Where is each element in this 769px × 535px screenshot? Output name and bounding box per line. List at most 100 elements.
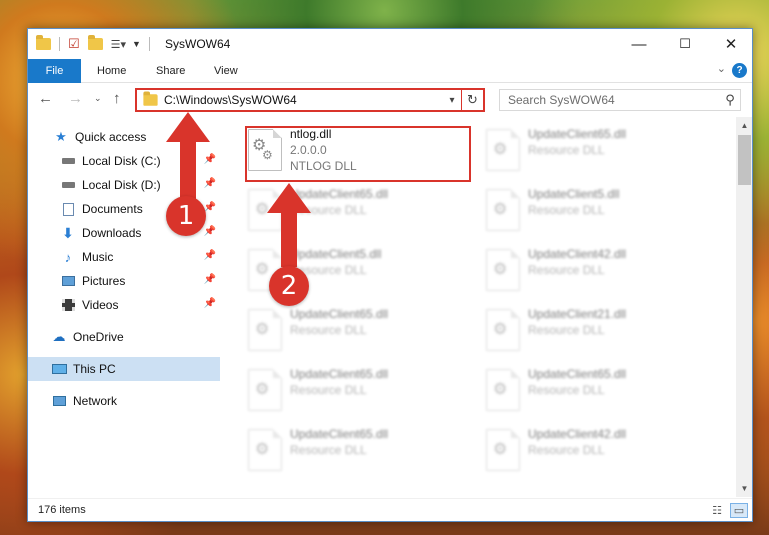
item-count: 176 items <box>38 504 86 516</box>
new-folder-icon[interactable] <box>87 35 103 50</box>
file-description: Resource DLL <box>528 263 605 277</box>
search-icon[interactable]: ⚲ <box>720 92 740 108</box>
chevron-down-icon[interactable]: ▾ <box>443 95 461 106</box>
music-icon: ♪ <box>64 249 72 265</box>
tab-file[interactable]: File <box>28 59 81 83</box>
pin-icon[interactable]: 📌 <box>204 298 216 309</box>
properties-icon[interactable]: ☑ <box>68 36 80 52</box>
download-icon: ⬇ <box>62 224 74 241</box>
details-view-icon[interactable]: ☷ <box>708 503 726 518</box>
drive-icon <box>60 154 76 168</box>
file-item[interactable]: ⚙ UpdateClient5.dll Resource DLL <box>478 183 708 239</box>
sidebar-item-label: Local Disk (C:) <box>82 154 161 168</box>
close-button[interactable]: ✕ <box>708 29 752 59</box>
dll-file-icon: ⚙ <box>248 189 282 231</box>
file-description: Resource DLL <box>528 383 605 397</box>
star-icon: ★ <box>55 129 67 144</box>
videos-icon <box>60 298 76 312</box>
pin-icon[interactable]: 📌 <box>204 274 216 285</box>
sidebar-item-network[interactable]: Network <box>28 389 220 413</box>
sidebar-item-videos[interactable]: Videos 📌 <box>28 293 220 317</box>
file-item[interactable]: ⚙ UpdateClient65.dll Resource DLL <box>478 363 708 419</box>
up-arrow-icon[interactable]: ↑ <box>113 90 121 107</box>
address-bar[interactable]: C:\Windows\SysWOW64 ▾ ↻ <box>135 88 485 112</box>
tab-home[interactable]: Home <box>97 65 126 77</box>
sidebar-item-label: Downloads <box>82 226 142 240</box>
refresh-icon[interactable]: ↻ <box>461 90 483 110</box>
sidebar-item-local-disk-d[interactable]: Local Disk (D:) 📌 <box>28 173 220 197</box>
gear-icon: ⚙ <box>493 441 508 458</box>
file-name: UpdateClient42.dll <box>528 247 627 261</box>
file-item[interactable]: ⚙ UpdateClient65.dll Resource DLL <box>240 423 470 479</box>
gear-icon: ⚙ <box>255 201 270 218</box>
file-description: Resource DLL <box>290 383 367 397</box>
file-name: UpdateClient65.dll <box>528 367 627 381</box>
sidebar-item-this-pc[interactable]: This PC <box>28 357 220 381</box>
dll-file-icon: ⚙ <box>486 369 520 411</box>
highlight-box-ntlog <box>245 126 471 182</box>
scroll-up-arrow-icon[interactable]: ▲ <box>736 117 752 134</box>
gear-icon: ⚙ <box>493 261 508 278</box>
folder-icon <box>143 91 158 106</box>
address-path[interactable]: C:\Windows\SysWOW64 <box>164 93 443 107</box>
network-icon <box>51 394 67 408</box>
sidebar-item-local-disk-c[interactable]: Local Disk (C:) 📌 <box>28 149 220 173</box>
sidebar-item-label: This PC <box>73 362 116 376</box>
pin-icon[interactable]: 📌 <box>204 154 216 165</box>
expand-ribbon-icon[interactable]: ⌄ <box>717 62 726 75</box>
file-description: Resource DLL <box>528 443 605 457</box>
maximize-button[interactable]: ☐ <box>662 29 708 59</box>
file-name: UpdateClient65.dll <box>290 427 389 441</box>
status-bar: 176 items ☷ ▭ <box>28 498 752 521</box>
gear-icon: ⚙ <box>255 441 270 458</box>
file-item[interactable]: ⚙ UpdateClient65.dll Resource DLL <box>240 363 470 419</box>
gear-icon: ⚙ <box>255 321 270 338</box>
navigation-bar: ← → ⌄ ↑ C:\Windows\SysWOW64 ▾ ↻ Search S… <box>28 84 752 116</box>
toolbar-dropdown-icon[interactable]: ▼ <box>132 39 141 49</box>
file-description: Resource DLL <box>528 143 605 157</box>
gear-icon: ⚙ <box>255 381 270 398</box>
cloud-icon: ☁ <box>52 329 66 344</box>
recent-locations-chevron-icon[interactable]: ⌄ <box>94 93 102 104</box>
sidebar-item-quick-access[interactable]: ★ Quick access <box>28 125 220 149</box>
back-arrow-icon[interactable]: ← <box>38 90 53 107</box>
forward-arrow-icon[interactable]: → <box>68 90 83 107</box>
file-name: UpdateClient65.dll <box>528 127 627 141</box>
file-name: UpdateClient42.dll <box>528 427 627 441</box>
scroll-down-arrow-icon[interactable]: ▼ <box>736 480 752 497</box>
tab-share[interactable]: Share <box>156 65 185 77</box>
dll-file-icon: ⚙ <box>248 309 282 351</box>
file-description: Resource DLL <box>528 203 605 217</box>
search-box[interactable]: Search SysWOW64 ⚲ <box>499 89 741 111</box>
file-item[interactable]: ⚙ UpdateClient42.dll Resource DLL <box>478 423 708 479</box>
large-icons-view-icon[interactable]: ▭ <box>730 503 748 518</box>
tab-view[interactable]: View <box>214 65 238 77</box>
gear-icon: ⚙ <box>493 201 508 218</box>
sidebar-item-onedrive[interactable]: ☁ OneDrive <box>28 325 220 349</box>
sidebar-item-label: Videos <box>82 298 119 312</box>
gear-icon: ⚙ <box>493 141 508 158</box>
customize-toolbar-icon[interactable]: ☰▾ <box>111 38 126 51</box>
search-input[interactable]: Search SysWOW64 <box>500 93 720 107</box>
file-item[interactable]: ⚙ UpdateClient42.dll Resource DLL <box>478 243 708 299</box>
dll-file-icon: ⚙ <box>486 129 520 171</box>
sidebar-item-label: Documents <box>82 202 143 216</box>
sidebar-item-pictures[interactable]: Pictures 📌 <box>28 269 220 293</box>
file-item[interactable]: ⚙ UpdateClient65.dll Resource DLL <box>240 183 470 239</box>
sidebar-item-music[interactable]: ♪ Music 📌 <box>28 245 220 269</box>
sidebar-item-label: OneDrive <box>73 330 124 344</box>
pin-icon[interactable]: 📌 <box>204 178 216 189</box>
file-item[interactable]: ⚙ UpdateClient65.dll Resource DLL <box>478 123 708 179</box>
documents-icon <box>60 202 76 216</box>
pin-icon[interactable]: 📌 <box>204 226 216 237</box>
pin-icon[interactable]: 📌 <box>204 250 216 261</box>
sidebar-item-label: Quick access <box>75 130 147 144</box>
dll-file-icon: ⚙ <box>486 429 520 471</box>
file-name: UpdateClient65.dll <box>290 367 389 381</box>
scroll-thumb[interactable] <box>738 135 751 185</box>
file-item[interactable]: ⚙ UpdateClient21.dll Resource DLL <box>478 303 708 359</box>
file-item[interactable]: ⚙ UpdateClient65.dll Resource DLL <box>240 303 470 359</box>
help-icon[interactable]: ? <box>732 63 747 78</box>
vertical-scrollbar[interactable]: ▲ ▼ <box>736 117 752 497</box>
minimize-button[interactable]: — <box>616 29 662 59</box>
